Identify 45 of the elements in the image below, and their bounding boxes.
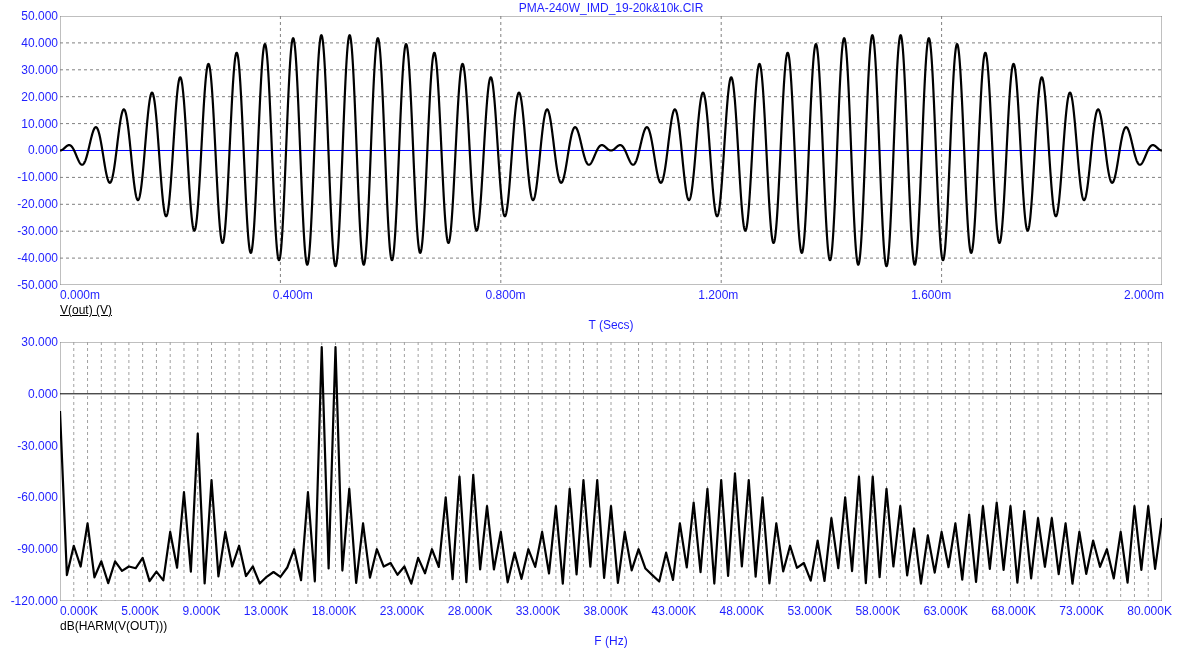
y-axis-label: 0.000 xyxy=(27,143,58,158)
x-axis-label: 23.000K xyxy=(379,603,425,619)
y-axis-label: -90.000 xyxy=(17,542,58,557)
x-axis-title: F (Hz) xyxy=(593,634,629,649)
trace-label: V(out) (V) xyxy=(60,303,112,318)
x-axis-label: 13.000K xyxy=(243,603,289,619)
x-axis-label: 28.000K xyxy=(447,603,493,619)
x-axis-label: 33.000K xyxy=(515,603,561,619)
y-axis-label: -120.000 xyxy=(10,594,58,608)
x-axis-label: 43.000K xyxy=(651,603,697,619)
x-axis-label: 0.800m xyxy=(485,287,526,303)
y-axis-label: -20.000 xyxy=(17,197,58,212)
y-axis-label: -30.000 xyxy=(17,438,58,453)
y-axis-label: 0.000 xyxy=(27,386,58,401)
x-axis-title: T (Secs) xyxy=(587,318,635,333)
y-axis-label: 10.000 xyxy=(21,116,58,131)
x-axis-label: 1.200m xyxy=(698,287,739,303)
x-axis-label: 73.000K xyxy=(1059,603,1104,619)
x-axis-label: 38.000K xyxy=(583,603,629,619)
x-axis-label: 0.000m xyxy=(60,287,101,303)
trace-label: dB(HARM(V(OUT))) xyxy=(60,619,168,634)
x-axis-label: 58.000K xyxy=(855,603,901,619)
x-axis-label: 18.000K xyxy=(311,603,357,619)
y-axis-label: -30.000 xyxy=(17,224,58,239)
x-axis-label: 48.000K xyxy=(719,603,765,619)
plot-title: PMA-240W_IMD_19-20k&10k.CIR xyxy=(517,0,705,16)
x-axis-label: 0.400m xyxy=(272,287,313,303)
x-axis-label: 80.000K xyxy=(1127,603,1172,619)
x-axis-label: 5.000K xyxy=(121,603,160,619)
x-axis-label: 2.000m xyxy=(1123,287,1164,303)
x-axis-label: 63.000K xyxy=(923,603,969,619)
x-axis-label: 53.000K xyxy=(787,603,833,619)
y-axis-label: 40.000 xyxy=(21,35,58,50)
y-axis-label: -50.000 xyxy=(17,277,58,292)
x-axis-label: 1.600m xyxy=(911,287,952,303)
y-axis-label: 20.000 xyxy=(21,89,58,104)
y-axis-label: -10.000 xyxy=(17,170,58,185)
y-axis-label: 30.000 xyxy=(21,62,58,77)
y-axis-label: -60.000 xyxy=(17,490,58,505)
y-axis-label: 50.000 xyxy=(21,9,58,23)
y-axis-label: -40.000 xyxy=(17,251,58,265)
y-axis-label: 30.000 xyxy=(21,335,58,349)
x-axis-label: 9.000K xyxy=(182,603,221,619)
x-axis-label: 0.000K xyxy=(60,603,99,619)
x-axis-label: 68.000K xyxy=(991,603,1037,619)
